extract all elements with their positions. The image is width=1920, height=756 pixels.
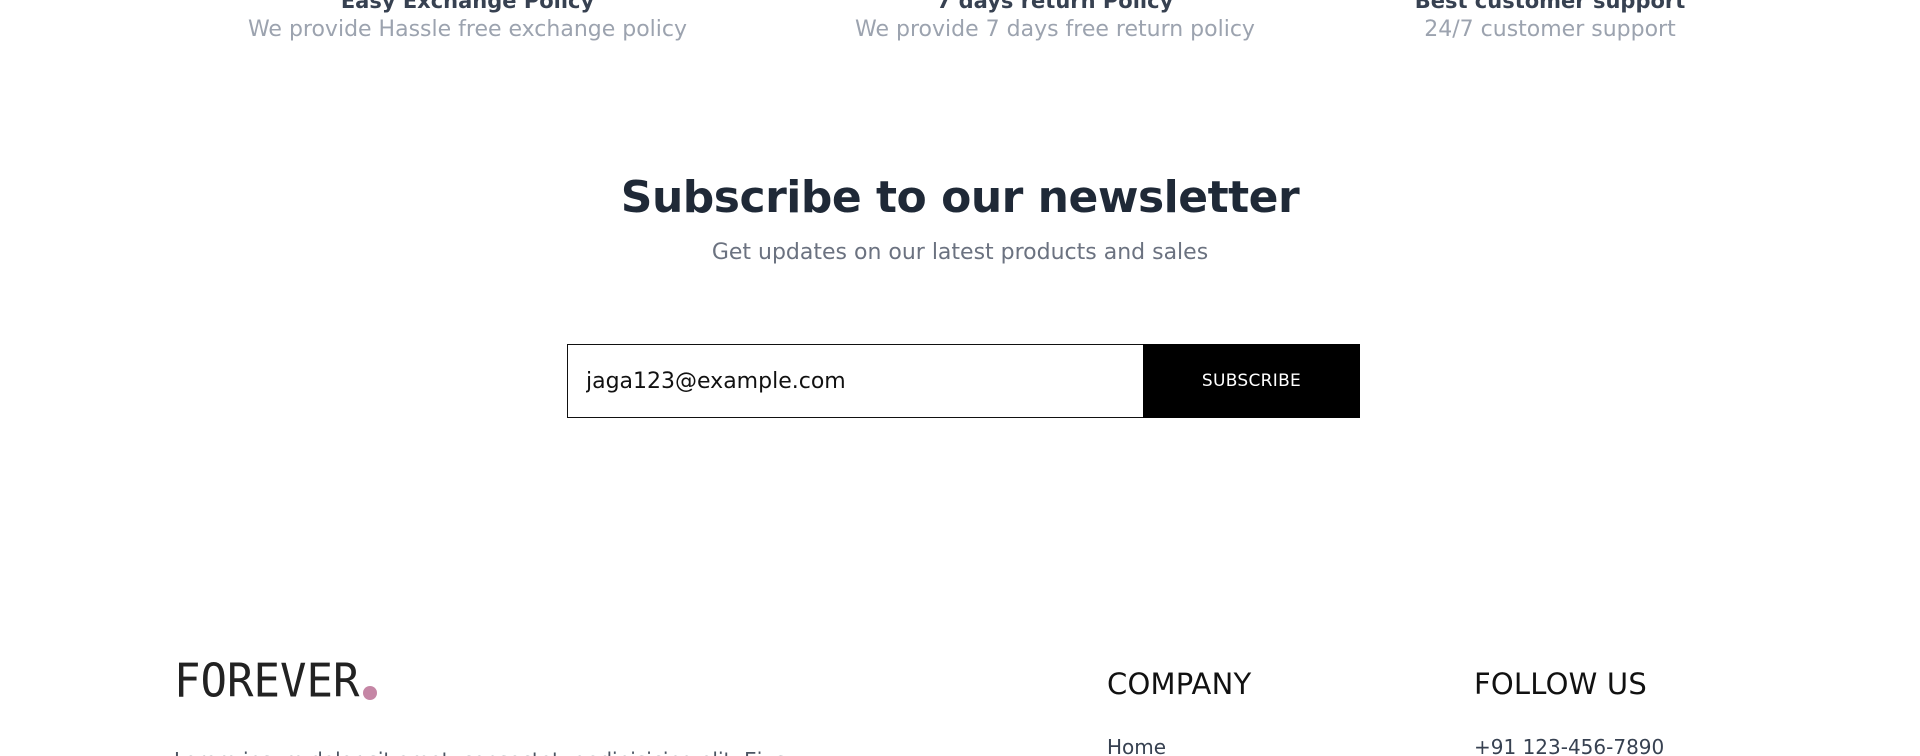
policy-description: We provide 7 days free return policy <box>855 17 1255 42</box>
policy-exchange: Easy Exchange Policy We provide Hassle f… <box>240 0 695 45</box>
logo-text: FOREVER <box>174 654 360 709</box>
footer-company-column: COMPANY Home <box>1107 666 1251 756</box>
footer-link-home[interactable]: Home <box>1107 734 1251 756</box>
policy-description: 24/7 customer support <box>1424 17 1676 42</box>
newsletter-subtitle: Get updates on our latest products and s… <box>711 240 1209 265</box>
newsletter-section: Subscribe to our newsletter Get updates … <box>0 170 1920 268</box>
policy-return: 7 days return Policy We provide 7 days f… <box>840 0 1270 45</box>
subscribe-button[interactable]: SUBSCRIBE <box>1143 344 1360 418</box>
footer: FOREVER Lorem ipsum dolor sit amet, cons… <box>0 654 1920 756</box>
logo-dot <box>363 686 378 700</box>
footer-description: Lorem ipsum dolor sit amet, consectetur … <box>174 748 785 756</box>
follow-heading: FOLLOW US <box>1474 667 1647 701</box>
subscribe-form: SUBSCRIBE <box>567 344 1360 418</box>
policy-description: We provide Hassle free exchange policy <box>247 17 688 42</box>
policy-section: Easy Exchange Policy We provide Hassle f… <box>0 0 1920 60</box>
policy-title: Easy Exchange Policy <box>340 0 595 13</box>
footer-follow-column: FOLLOW US +91 123-456-7890 <box>1474 666 1664 756</box>
email-input[interactable] <box>567 344 1143 418</box>
policy-title: Best customer support <box>1414 0 1686 13</box>
newsletter-title: Subscribe to our newsletter <box>620 172 1300 223</box>
policy-support: Best customer support 24/7 customer supp… <box>1400 0 1700 45</box>
company-heading: COMPANY <box>1107 667 1252 701</box>
phone-number: +91 123-456-7890 <box>1474 735 1665 756</box>
policy-title: 7 days return Policy <box>936 0 1174 13</box>
brand-logo[interactable]: FOREVER <box>174 654 378 709</box>
